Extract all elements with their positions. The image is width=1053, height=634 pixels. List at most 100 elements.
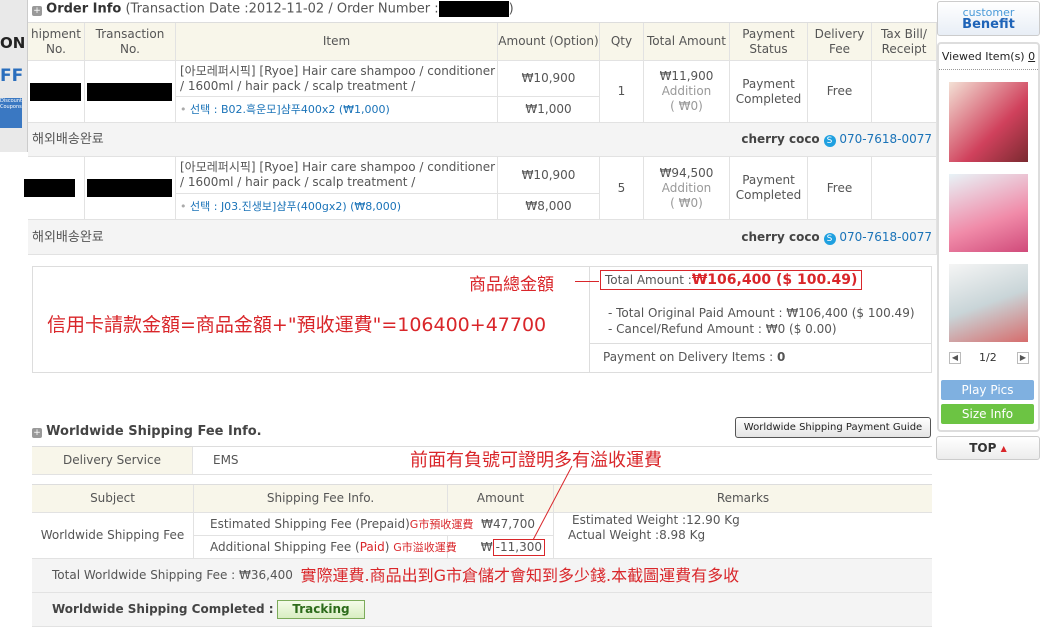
viewed-count: 0 (1028, 50, 1036, 63)
shipping-fee-table: Subject Shipping Fee Info. Amount Remark… (32, 484, 932, 627)
seller-name[interactable]: cherry coco (741, 132, 819, 146)
currency: ₩ (480, 539, 493, 554)
subject: Worldwide Shipping Fee (32, 513, 194, 559)
col-header: Subject (32, 485, 194, 513)
order-info-title: + Order Info (Transaction Date :2012-11-… (32, 1, 514, 17)
col-header: Payment Status (730, 23, 808, 61)
total-value: ₩94,500 (659, 165, 714, 180)
shipping-status-row: 해외배송완료 cherry coco S 070-7618-0077 (28, 220, 937, 255)
cancel-refund-amount: - Cancel/Refund Amount : ₩0 ($ 0.00) (608, 322, 837, 336)
qty: 5 (600, 157, 644, 220)
top-button[interactable]: TOP ▲ (936, 436, 1040, 460)
total-label: Total Amount : (605, 273, 692, 287)
shipping-section-title: + Worldwide Shipping Fee Info. (32, 424, 262, 439)
annotation-negative: 前面有負號可證明多有溢收運費 (410, 450, 662, 471)
original-paid-amount: - Total Original Paid Amount : ₩106,400 … (608, 306, 915, 320)
coupon-text: Discount Coupons (0, 98, 22, 110)
divider (589, 267, 590, 373)
shipment-no (24, 157, 85, 220)
option-amount: ₩8,000 (498, 194, 600, 220)
shipment-no (28, 61, 85, 123)
option-amount: ₩1,000 (498, 97, 600, 123)
actual-weight: Actual Weight :8.98 Kg (568, 528, 706, 542)
total-shipping-row: Total Worldwide Shipping Fee : ₩36,400 實… (32, 559, 932, 593)
annotation-line (575, 281, 599, 282)
delivery-fee: Free (808, 61, 872, 123)
viewed-items-panel: Viewed Item(s) 0 ◀ 1/2 ▶ Play Pics Size … (937, 42, 1040, 432)
arrow-up-icon: ▲ (1000, 443, 1007, 453)
shipping-guide-button[interactable]: Worldwide Shipping Payment Guide (735, 417, 931, 438)
estimated-fee-amount: ₩47,700 (448, 513, 554, 536)
qty: 1 (600, 61, 644, 123)
payment-status: Payment Completed (730, 157, 808, 220)
total-shipping-fee: Total Worldwide Shipping Fee : ₩36,400 (52, 568, 293, 582)
viewed-label: Viewed Item(s) (941, 50, 1025, 63)
addition-label: Addition (661, 180, 712, 195)
cod-value: 0 (777, 350, 786, 364)
tax-receipt (872, 157, 937, 220)
order-subtitle-end: ) (508, 1, 514, 17)
benefit-bottom: Benefit (962, 16, 1015, 32)
add-label: Additional Shipping Fee ( (210, 539, 360, 554)
option-text: 선택 : J03.진생보]샴푸(400gx2) (₩8,000) (190, 200, 402, 213)
product-thumbnail[interactable] (949, 82, 1028, 162)
skype-icon[interactable]: S (823, 232, 836, 245)
addition-label: Addition (661, 84, 712, 98)
add-label-end: ) (384, 539, 390, 554)
total-value: ₩106,400 ($ 100.49) (691, 272, 858, 288)
section-title: Worldwide Shipping Fee Info. (46, 424, 262, 439)
col-header: Qty (600, 23, 644, 61)
amount: ₩10,900 (498, 157, 600, 194)
additional-fee-label: Additional Shipping Fee (Paid) G市溢收運費 (194, 536, 457, 559)
col-header: Tax Bill/ Receipt (872, 23, 937, 61)
item-name[interactable]: [아모레퍼시픽] [Ryoe] Hair care shampoo / cond… (176, 61, 498, 97)
seller-phone[interactable]: 070-7618-0077 (839, 230, 932, 244)
delivery-fee: Free (808, 157, 872, 220)
col-header: Delivery Fee (808, 23, 872, 61)
viewed-items-header: Viewed Item(s) 0 (939, 50, 1038, 70)
payment-status: Payment Completed (730, 61, 808, 123)
seller-phone[interactable]: 070-7618-0077 (839, 132, 932, 146)
remarks: Estimated Weight :12.90 Kg Actual Weight … (554, 513, 932, 559)
section-title: Order Info (46, 1, 122, 17)
delivery-service-label: Delivery Service (32, 447, 193, 475)
estimated-fee-label: Estimated Shipping Fee (Prepaid) G市預收運費 (194, 513, 473, 536)
col-header: Item (176, 23, 498, 61)
promo-text: FF (0, 66, 24, 86)
prev-page-icon[interactable]: ◀ (949, 352, 961, 364)
promo-banner[interactable]: ON FF Discount Coupons (0, 0, 28, 152)
divider (589, 343, 932, 344)
item-option: • 선택 : J03.진생보]샴푸(400gx2) (₩8,000) (176, 194, 498, 220)
additional-fee-amount: ₩ -11,300 (448, 536, 554, 559)
play-pics-button[interactable]: Play Pics (941, 380, 1034, 400)
col-header: Shipping Fee Info. (194, 485, 448, 513)
total-amount-box: Total Amount :₩106,400 ($ 100.49) (600, 270, 863, 290)
paid-label: Paid (359, 539, 385, 554)
cod-label: Payment on Delivery Items : (603, 350, 774, 364)
product-thumbnail[interactable] (949, 174, 1028, 252)
addition-value: ( ₩0) (670, 195, 703, 210)
skype-icon[interactable]: S (823, 135, 836, 147)
item-name[interactable]: [아모레퍼시픽] [Ryoe] Hair care shampoo / cond… (176, 157, 498, 194)
seller-name[interactable]: cherry coco (741, 230, 819, 244)
page-indicator: 1/2 (979, 351, 997, 364)
option-text: 선택 : B02.흑운모]샴푸400x2 (₩1,000) (190, 103, 390, 116)
col-header: Amount (448, 485, 554, 513)
completed-label: Worldwide Shipping Completed : (52, 602, 274, 616)
col-header: hipment No. (28, 23, 85, 61)
tracking-button[interactable]: Tracking (277, 600, 365, 619)
next-page-icon[interactable]: ▶ (1017, 352, 1029, 364)
amount: ₩10,900 (498, 61, 600, 97)
est-label: Estimated Shipping Fee (Prepaid) (210, 516, 410, 531)
expand-icon[interactable]: + (32, 428, 42, 438)
size-info-button[interactable]: Size Info (941, 404, 1034, 424)
product-thumbnail[interactable] (949, 264, 1028, 342)
expand-icon[interactable]: + (32, 5, 42, 16)
customer-benefit-button[interactable]: customer Benefit (937, 1, 1040, 36)
col-header: Remarks (554, 485, 932, 513)
coupon-icon: Discount Coupons (0, 98, 22, 128)
addition-value: ( ₩0) (670, 99, 703, 113)
col-header: Total Amount (644, 23, 730, 61)
ship-status: 해외배송완료 (32, 229, 104, 245)
total-value: ₩11,900 (659, 69, 714, 83)
